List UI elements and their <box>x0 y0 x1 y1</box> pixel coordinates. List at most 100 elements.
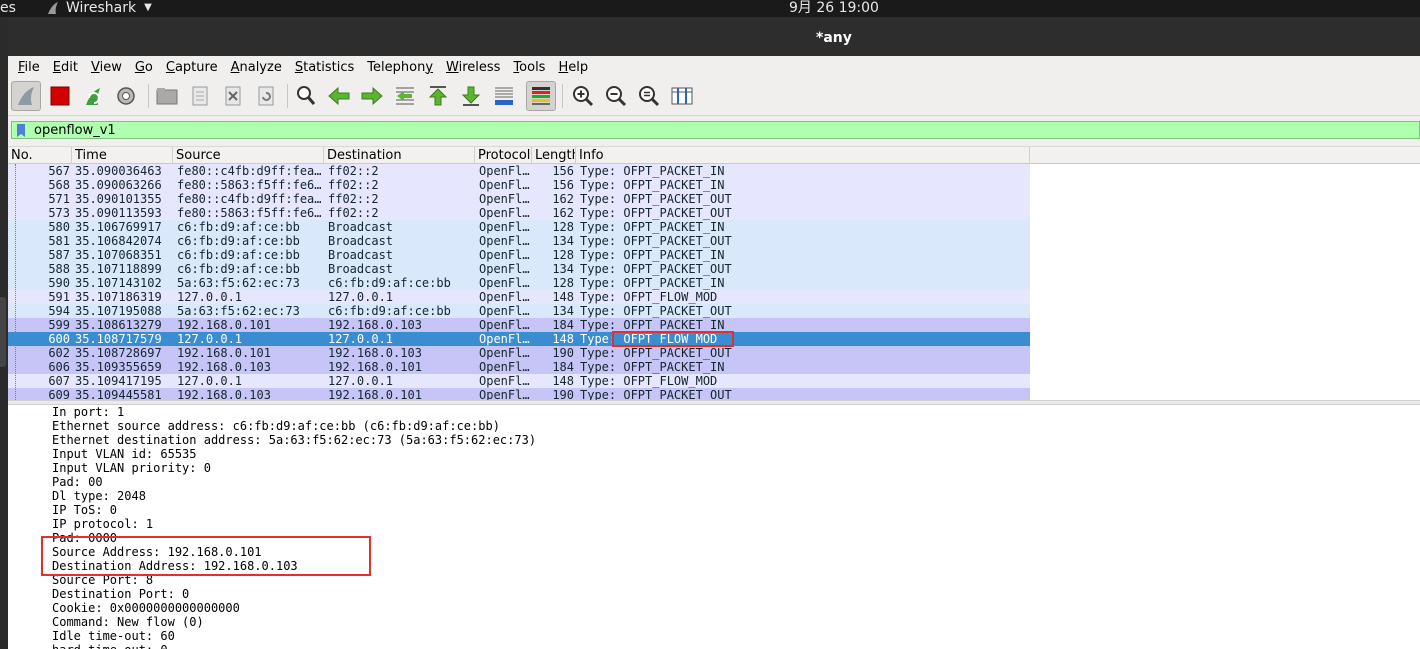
menu-capture[interactable]: Capture <box>166 60 218 75</box>
detail-field[interactable]: hard time-out: 0 <box>52 643 168 649</box>
cell-source: fe80::5863:f5ff:fe6… <box>177 178 322 192</box>
menu-wireless[interactable]: Wireless <box>446 60 500 75</box>
cell-destination: 192.168.0.103 <box>328 346 422 360</box>
cell-info: Type: OFPT_PACKET_OUT <box>580 192 732 206</box>
open-file-button[interactable] <box>152 81 182 111</box>
cell-destination: 192.168.0.101 <box>328 360 422 374</box>
resize-columns-button[interactable] <box>667 81 697 111</box>
detail-field[interactable]: IP ToS: 0 <box>52 503 117 517</box>
reload-file-button[interactable] <box>251 81 281 111</box>
menu-statistics[interactable]: Statistics <box>295 60 354 75</box>
column-header-no[interactable]: No. <box>8 147 72 165</box>
go-forward-button[interactable] <box>357 81 387 111</box>
packet-row[interactable]: 581 35.106842074 c6:fb:d9:af:ce:bb Broadcas… <box>8 234 1030 248</box>
activities-button[interactable]: es <box>0 0 16 16</box>
save-file-button[interactable] <box>185 81 215 111</box>
column-header-length[interactable]: Length <box>532 147 576 165</box>
detail-field[interactable]: In port: 1 <box>52 405 124 419</box>
menu-file[interactable]: File <box>18 60 40 75</box>
cell-no: 587 <box>48 248 70 262</box>
zoom-out-button[interactable] <box>601 81 631 111</box>
zoom-in-button[interactable] <box>568 81 598 111</box>
app-menu[interactable]: Wireshark ▼ <box>46 0 152 16</box>
cell-length: 134 <box>552 234 574 248</box>
cell-destination: Broadcast <box>328 248 394 262</box>
cell-time: 35.107195088 <box>75 304 162 318</box>
packet-row[interactable]: 609 35.109445581 192.168.0.103 192.168.0.10… <box>8 388 1030 400</box>
detail-field[interactable]: IP protocol: 1 <box>52 517 153 531</box>
detail-field[interactable]: Input VLAN id: 65535 <box>52 447 197 461</box>
column-header-time[interactable]: Time <box>72 147 173 165</box>
detail-field[interactable]: Ethernet source address: c6:fb:d9:af:ce:… <box>52 419 500 433</box>
column-header-protocol[interactable]: Protocol <box>475 147 532 165</box>
cell-no: 590 <box>48 276 70 290</box>
column-header-info[interactable]: Info <box>576 147 1030 165</box>
detail-field[interactable]: Cookie: 0x0000000000000000 <box>52 601 240 615</box>
caret-down-icon: ▼ <box>144 2 152 13</box>
go-first-packet-button[interactable] <box>423 81 453 111</box>
file-icon <box>192 86 208 106</box>
packet-row[interactable]: 599 35.108613279 192.168.0.101 192.168.0.10… <box>8 318 1030 332</box>
dock-handle[interactable] <box>0 297 6 367</box>
packet-row[interactable]: 573 35.090113593 fe80::5863:f5ff:fe6… ff02:… <box>8 206 1030 220</box>
menu-mnemonic: W <box>446 59 459 75</box>
cell-source: 5a:63:f5:62:ec:73 <box>177 276 300 290</box>
cell-protocol: OpenFl… <box>479 374 530 388</box>
normal-size-button[interactable] <box>634 81 664 111</box>
packet-row[interactable]: 594 35.107195088 5a:63:f5:62:ec:73 c6:fb:d9… <box>8 304 1030 318</box>
detail-field[interactable]: Idle time-out: 60 <box>52 629 175 643</box>
column-header-source[interactable]: Source <box>173 147 324 165</box>
menu-help[interactable]: Help <box>558 60 588 75</box>
menu-go[interactable]: Go <box>135 60 153 75</box>
menu-tools[interactable]: Tools <box>513 60 545 75</box>
detail-field[interactable]: Command: New flow (0) <box>52 615 204 629</box>
go-to-packet-button[interactable] <box>390 81 420 111</box>
autoscroll-button[interactable] <box>489 81 519 111</box>
packet-row[interactable]: 568 35.090063266 fe80::5863:f5ff:fe6… ff02:… <box>8 178 1030 192</box>
packet-row[interactable]: 587 35.107068351 c6:fb:d9:af:ce:bb Broadcas… <box>8 248 1030 262</box>
detail-field[interactable]: Ethernet destination address: 5a:63:f5:6… <box>52 433 536 447</box>
packet-row[interactable]: 571 35.090101355 fe80::c4fb:d9ff:fea… ff02:… <box>8 192 1030 206</box>
detail-field[interactable]: Destination Port: 0 <box>52 587 189 601</box>
menu-telephony[interactable]: Telephony <box>367 60 433 75</box>
close-file-icon <box>225 86 241 106</box>
detail-field[interactable]: Dl type: 2048 <box>52 489 146 503</box>
annotation-box-flow-mod <box>612 331 734 347</box>
packet-row[interactable]: 590 35.107143102 5a:63:f5:62:ec:73 c6:fb:d9… <box>8 276 1030 290</box>
clock[interactable]: 9月 26 19:00 <box>789 0 879 16</box>
detail-field[interactable]: Input VLAN priority: 0 <box>52 461 211 475</box>
arrow-up-icon <box>428 86 448 106</box>
packet-details-pane[interactable]: In port: 1 Ethernet source address: c6:fb… <box>8 405 1420 649</box>
packet-row[interactable]: 580 35.106769917 c6:fb:d9:af:ce:bb Broadcas… <box>8 220 1030 234</box>
start-capture-button[interactable] <box>11 81 41 111</box>
stop-capture-button[interactable] <box>45 81 75 111</box>
cell-info: Type: OFPT_PACKET_IN <box>580 248 725 262</box>
bookmark-icon[interactable] <box>16 124 26 137</box>
menu-analyze[interactable]: Analyze <box>231 60 282 75</box>
packet-list[interactable]: No. Time Source Destination Protocol Len… <box>8 146 1420 400</box>
packet-row[interactable]: 588 35.107118899 c6:fb:d9:af:ce:bb Broadcas… <box>8 262 1030 276</box>
menu-edit[interactable]: Edit <box>53 60 78 75</box>
packet-row-selected[interactable]: 600 35.108717579 127.0.0.1 127.0.0.1 OpenFl…… <box>8 332 1030 346</box>
column-header-destination[interactable]: Destination <box>324 147 475 165</box>
colorize-button[interactable] <box>526 81 556 111</box>
packet-row[interactable]: 591 35.107186319 127.0.0.1 127.0.0.1 OpenFl…… <box>8 290 1030 304</box>
packet-row[interactable]: 606 35.109355659 192.168.0.103 192.168.0.10… <box>8 360 1030 374</box>
close-file-button[interactable] <box>218 81 248 111</box>
find-packet-button[interactable] <box>291 81 321 111</box>
cell-length: 134 <box>552 304 574 318</box>
cell-source: 192.168.0.103 <box>177 360 271 374</box>
packet-row[interactable]: 567 35.090036463 fe80::c4fb:d9ff:fea… ff02:… <box>8 164 1030 178</box>
detail-field[interactable]: Pad: 00 <box>52 475 103 489</box>
menu-view[interactable]: View <box>91 60 122 75</box>
cell-time: 35.109445581 <box>75 388 162 400</box>
window-title-bar[interactable]: *any <box>8 17 1420 56</box>
cell-time: 35.109355659 <box>75 360 162 374</box>
packet-row[interactable]: 602 35.108728697 192.168.0.101 192.168.0.10… <box>8 346 1030 360</box>
display-filter-input[interactable] <box>11 121 1420 139</box>
go-last-packet-button[interactable] <box>456 81 486 111</box>
packet-row[interactable]: 607 35.109417195 127.0.0.1 127.0.0.1 OpenFl…… <box>8 374 1030 388</box>
restart-capture-button[interactable] <box>78 81 108 111</box>
go-back-button[interactable] <box>324 81 354 111</box>
capture-options-button[interactable] <box>111 81 141 111</box>
